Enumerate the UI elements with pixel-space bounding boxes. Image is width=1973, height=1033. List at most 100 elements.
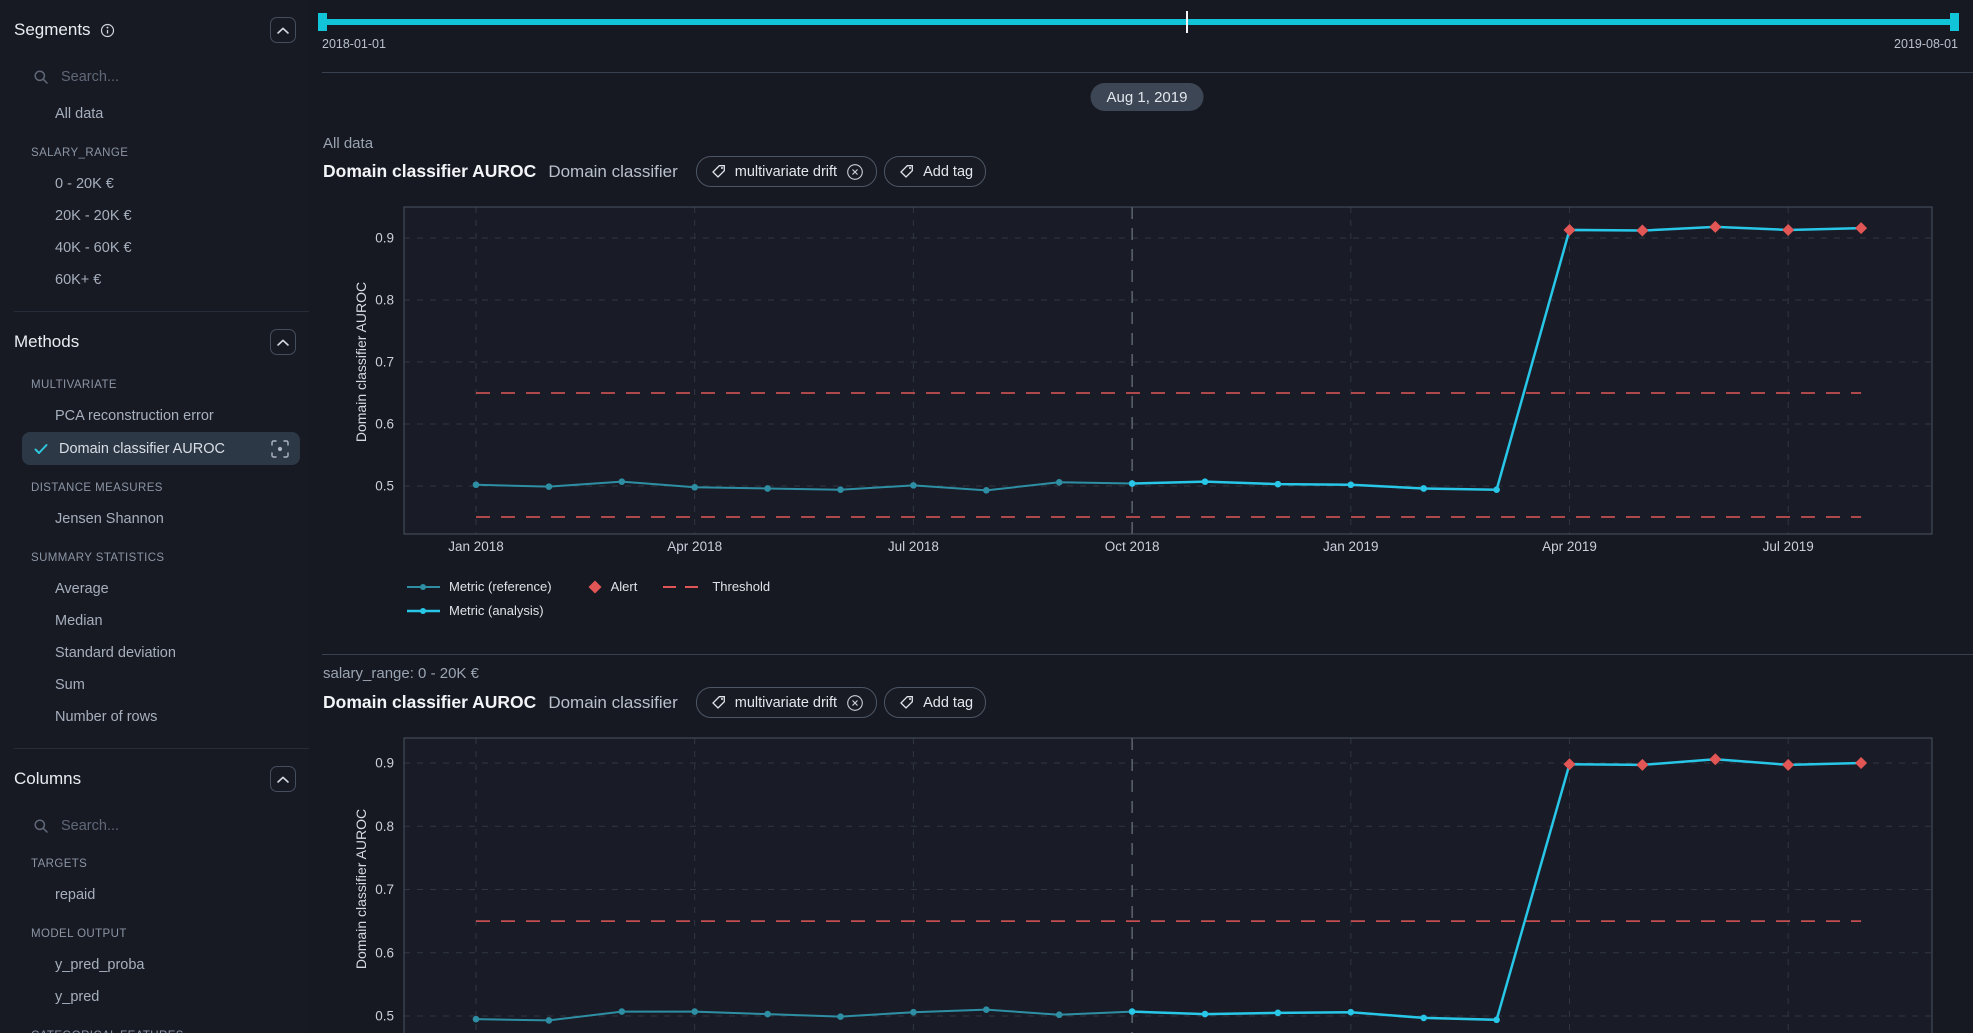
remove-tag-icon[interactable] (846, 694, 864, 712)
data-point[interactable] (546, 1017, 553, 1024)
sidebar-item[interactable]: Number of rows (0, 701, 309, 733)
sidebar-section-title: Methods (14, 332, 79, 352)
tag-icon (711, 695, 726, 710)
data-point[interactable] (1275, 481, 1282, 488)
tag-label: multivariate drift (735, 695, 837, 711)
search-icon (33, 818, 49, 834)
sidebar-item[interactable]: y_pred (0, 981, 309, 1013)
sidebar-group-label: MULTIVARIATE (0, 370, 309, 400)
timeline-cursor[interactable] (1186, 11, 1188, 33)
check-icon (33, 442, 49, 456)
focus-icon[interactable] (270, 439, 290, 459)
sidebar-group-label: SALARY_RANGE (0, 138, 309, 168)
timeline-right-handle[interactable] (1950, 13, 1959, 31)
data-point[interactable] (1202, 478, 1209, 485)
sidebar-item[interactable]: y_pred_proba (0, 949, 309, 981)
data-point[interactable] (1493, 486, 1500, 493)
data-point[interactable] (546, 483, 553, 490)
y-axis-title: Domain classifier AUROC (353, 809, 369, 969)
data-point[interactable] (1056, 1011, 1063, 1018)
data-point[interactable] (983, 487, 990, 494)
data-point[interactable] (1348, 481, 1355, 488)
timeline-left-handle[interactable] (318, 13, 327, 31)
data-point[interactable] (619, 478, 626, 485)
data-point[interactable] (910, 1009, 917, 1016)
legend-analysis-label: Metric (analysis) (449, 603, 544, 618)
sidebar: Segments All data SALARY_RANGE0 - 20K €20K… (0, 0, 310, 1033)
data-point[interactable] (837, 1013, 844, 1020)
x-tick-label: Jul 2019 (1763, 539, 1814, 554)
sidebar-section-header: Segments (0, 0, 309, 50)
alert-swatch (588, 580, 602, 594)
sidebar-item[interactable]: Sum (0, 669, 309, 701)
data-point[interactable] (473, 481, 480, 488)
sidebar-search-input[interactable] (59, 68, 243, 86)
sidebar-item[interactable]: 60K+ € (0, 264, 309, 296)
metric-chart-all-data[interactable]: 0.50.60.70.80.9Jan 2018Apr 2018Jul 2018O… (309, 195, 1973, 585)
data-point[interactable] (691, 1008, 698, 1015)
data-point[interactable] (910, 482, 917, 489)
chevron-up-icon (276, 775, 290, 784)
tag-pill[interactable]: multivariate drift (696, 156, 877, 187)
y-tick-label: 0.5 (375, 1009, 394, 1024)
chart-legend: Metric (reference) Alert Threshold Metri… (407, 576, 770, 621)
plot-area[interactable] (404, 738, 1932, 1033)
sidebar-item[interactable]: Average (0, 573, 309, 605)
data-point[interactable] (1348, 1009, 1355, 1016)
sidebar-search-input[interactable] (59, 817, 243, 835)
data-point[interactable] (1129, 1008, 1136, 1015)
data-point[interactable] (764, 485, 771, 492)
sidebar-item[interactable]: All data (0, 98, 309, 130)
sidebar-item[interactable]: repaid (0, 879, 309, 911)
collapse-section-button[interactable] (270, 329, 296, 355)
y-tick-label: 0.8 (375, 293, 394, 308)
data-point[interactable] (1056, 479, 1063, 486)
segment-scope-label: All data (323, 135, 373, 152)
sidebar-item[interactable]: PCA reconstruction error (0, 400, 309, 432)
sidebar-item[interactable]: 20K - 20K € (0, 200, 309, 232)
data-point[interactable] (1420, 1015, 1427, 1022)
data-point[interactable] (983, 1006, 990, 1013)
data-point[interactable] (619, 1008, 626, 1015)
x-tick-label: Apr 2018 (667, 539, 722, 554)
sidebar-search (33, 811, 309, 841)
y-tick-label: 0.9 (375, 756, 394, 771)
chevron-up-icon (276, 338, 290, 347)
y-axis-title: Domain classifier AUROC (353, 282, 369, 442)
timeline-end-date: 2019-08-01 (1894, 37, 1958, 51)
y-tick-label: 0.9 (375, 231, 394, 246)
search-icon (33, 69, 49, 85)
segment-scope-label: salary_range: 0 - 20K € (323, 665, 479, 682)
y-tick-label: 0.6 (375, 417, 394, 432)
x-tick-label: Jan 2018 (448, 539, 504, 554)
data-point[interactable] (473, 1016, 480, 1023)
sidebar-item[interactable]: Median (0, 605, 309, 637)
data-point[interactable] (764, 1011, 771, 1018)
metric-chart-salary-0-20k[interactable]: 0.50.60.70.80.9Domain classifier AUROC (309, 726, 1973, 1033)
data-point[interactable] (691, 484, 698, 491)
sidebar-item-selected[interactable]: Domain classifier AUROC (22, 432, 300, 465)
data-point[interactable] (1275, 1010, 1282, 1017)
sidebar-item[interactable]: Standard deviation (0, 637, 309, 669)
tag-pill[interactable]: multivariate drift (696, 687, 877, 718)
data-point[interactable] (1202, 1011, 1209, 1018)
sidebar-item[interactable]: Jensen Shannon (0, 503, 309, 535)
remove-tag-icon[interactable] (846, 163, 864, 181)
metric-subtitle: Domain classifier (548, 162, 677, 182)
timeline-bar[interactable] (322, 19, 1958, 25)
sidebar-item[interactable]: 0 - 20K € (0, 168, 309, 200)
y-tick-label: 0.7 (375, 882, 394, 897)
add-tag-button[interactable]: Add tag (884, 687, 986, 718)
collapse-section-button[interactable] (270, 766, 296, 792)
sidebar-item[interactable]: 40K - 60K € (0, 232, 309, 264)
plot-area[interactable] (404, 207, 1932, 534)
data-point[interactable] (1129, 480, 1136, 487)
data-point[interactable] (837, 486, 844, 493)
add-tag-button[interactable]: Add tag (884, 156, 986, 187)
tag-icon (899, 164, 914, 179)
tag-icon (899, 695, 914, 710)
info-icon (100, 23, 115, 38)
collapse-section-button[interactable] (270, 17, 296, 43)
data-point[interactable] (1493, 1016, 1500, 1023)
data-point[interactable] (1420, 485, 1427, 492)
